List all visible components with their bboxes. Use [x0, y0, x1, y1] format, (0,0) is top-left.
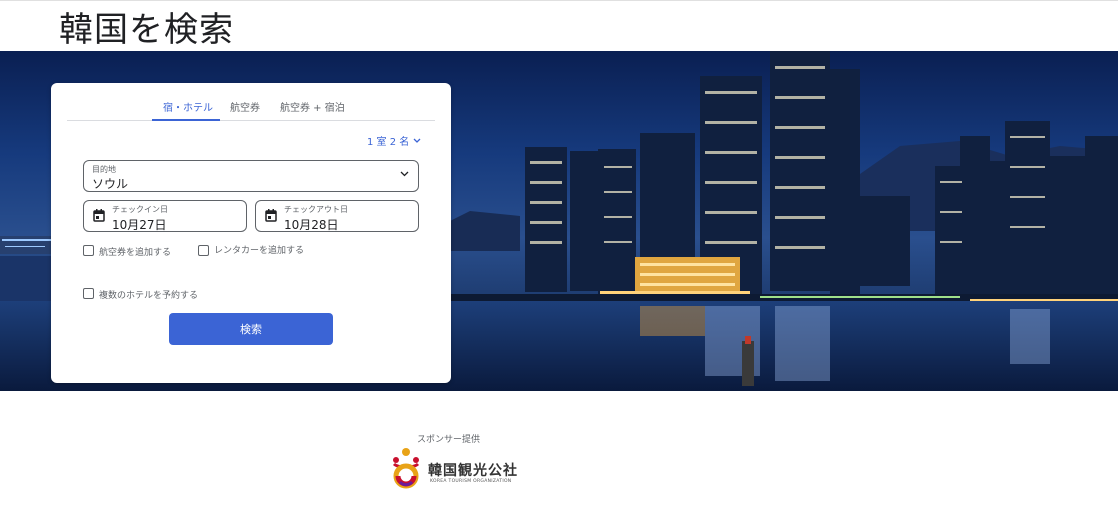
check-out-date-field[interactable]: チェックアウト日 10月28日 — [255, 200, 419, 232]
kto-emblem-icon — [392, 448, 420, 489]
add-flight-checkbox[interactable]: 航空券を追加する — [83, 245, 171, 258]
rooms-guests-selector[interactable]: 1 室 2 名 — [367, 133, 421, 148]
check-in-date-field[interactable]: チェックイン日 10月27日 — [83, 200, 247, 232]
add-rental-car-label: レンタカーを追加する — [214, 246, 305, 256]
sponsor-label: スポンサー提供 — [417, 435, 481, 445]
destination-field[interactable]: 目的地 ソウル — [83, 160, 419, 192]
destination-value: ソウル — [92, 177, 129, 191]
destination-label: 目的地 — [92, 165, 116, 174]
search-button[interactable]: 検索 — [169, 313, 333, 345]
rooms-guests-label: 1 室 2 名 — [367, 137, 410, 148]
logo-subtext: KOREA TOURISM ORGANIZATION — [430, 479, 512, 484]
checkbox-box[interactable] — [83, 288, 94, 299]
multi-hotel-label: 複数のホテルを予約する — [99, 291, 199, 301]
multi-hotel-checkbox[interactable]: 複数のホテルを予約する — [83, 288, 198, 301]
calendar-icon — [93, 209, 105, 222]
tab-flight-plus-hotel[interactable]: 航空券 + 宿泊 — [280, 99, 345, 114]
checkbox-box[interactable] — [83, 245, 94, 256]
add-flight-label: 航空券を追加する — [99, 248, 172, 258]
active-tab-indicator — [152, 119, 220, 121]
check-in-label: チェックイン日 — [112, 205, 168, 214]
calendar-icon — [265, 209, 277, 222]
tab-hotels[interactable]: 宿・ホテル — [163, 99, 213, 114]
checkbox-box[interactable] — [198, 245, 209, 256]
search-type-tabs: 宿・ホテル 航空券 航空券 + 宿泊 — [67, 95, 435, 121]
add-rental-car-checkbox[interactable]: レンタカーを追加する — [198, 245, 308, 257]
page-title: 韓国を検索 — [59, 10, 234, 50]
check-out-label: チェックアウト日 — [284, 205, 348, 214]
korea-tourism-logo[interactable]: 韓国観光公社 KOREA TOURISM ORGANIZATION — [390, 446, 518, 491]
top-divider — [0, 0, 1118, 1]
check-in-value: 10月27日 — [112, 218, 167, 232]
hotel-search-card: 宿・ホテル 航空券 航空券 + 宿泊 1 室 2 名 目的地 ソウル チェックイ… — [51, 83, 451, 383]
tab-flights[interactable]: 航空券 — [230, 99, 260, 114]
chevron-down-icon — [400, 171, 409, 177]
check-out-value: 10月28日 — [284, 218, 339, 232]
logo-text: 韓国観光公社 — [428, 463, 518, 479]
chevron-down-icon — [413, 138, 421, 143]
